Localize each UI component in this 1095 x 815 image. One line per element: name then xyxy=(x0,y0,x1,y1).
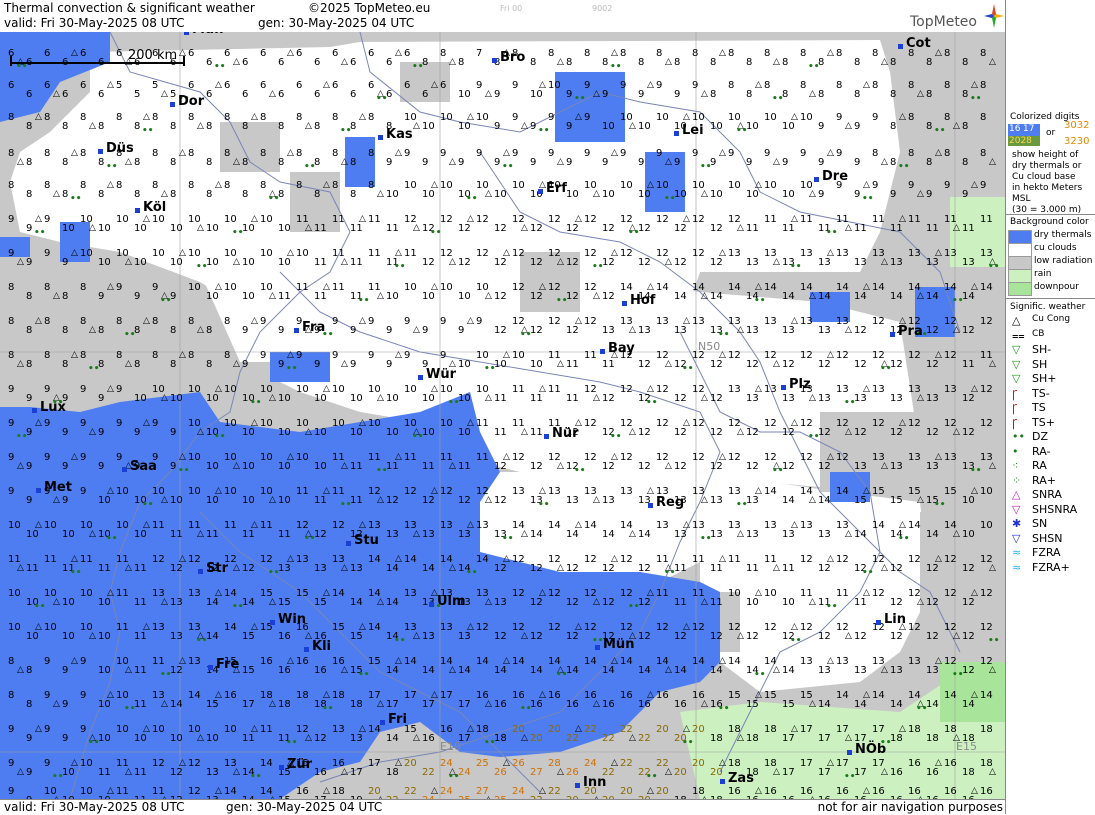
weather-symbol-label: SN xyxy=(1032,517,1048,530)
note-line: show height of xyxy=(1012,150,1079,160)
legend-swatch-label: cu clouds xyxy=(1034,243,1077,253)
legend-swatch-label: downpour xyxy=(1034,282,1079,292)
weather-symbol-label: SNRA xyxy=(1032,488,1062,501)
faint-code-label: 9002 xyxy=(592,4,613,13)
footer-disclaimer: not for air navigation purposes xyxy=(817,800,1003,814)
weather-symbol-icon: ≈ xyxy=(1012,560,1022,574)
weather-symbol-label: RA- xyxy=(1032,444,1051,458)
weather-symbol-icon: ▽ xyxy=(1012,502,1021,516)
legend-swatch-label: low radiation xyxy=(1034,256,1093,266)
digit-swatch: 16 17 2028 xyxy=(1008,124,1040,146)
digit-example-2028: 2028 xyxy=(1009,136,1032,146)
weather-symbol-icon: ▽ xyxy=(1012,343,1021,356)
copyright: ©2025 TopMeteo.eu xyxy=(308,1,431,15)
legend-swatch xyxy=(1008,282,1032,296)
legend-sig-title: Signific. weather xyxy=(1010,302,1086,312)
digit-example-3032: 3032 xyxy=(1064,120,1090,131)
weather-symbol-label: TS- xyxy=(1032,386,1050,400)
digit-example-16: 16 xyxy=(1009,124,1021,134)
weather-symbol-icon: Ꞅ xyxy=(1012,402,1018,415)
weather-symbol-label: FZRA+ xyxy=(1032,560,1070,574)
weather-symbol-icon: ▽ xyxy=(1012,372,1021,385)
legend-swatch xyxy=(1008,243,1032,257)
note-line: dry thermals or xyxy=(1012,161,1082,171)
weather-symbol-label: SHSN xyxy=(1032,531,1063,545)
grid-labels: E10 E15 N50 xyxy=(0,32,1005,799)
faint-day-label: Fri 00 xyxy=(500,4,523,13)
weather-symbol-icon: △ xyxy=(1012,314,1021,327)
weather-symbol-icon: Ꞅ xyxy=(1012,416,1018,430)
weather-symbol-icon: • xyxy=(1012,444,1019,458)
weather-symbol-icon: ✱ xyxy=(1012,517,1022,530)
weather-symbol-icon: ▽ xyxy=(1012,531,1021,545)
footer-bar: valid: Fri 30-May-2025 08 UTC gen: 30-Ma… xyxy=(0,799,1005,815)
digit-or: or xyxy=(1046,128,1056,138)
weather-symbol-label: RA xyxy=(1032,459,1047,472)
grid-label: E15 xyxy=(956,740,977,753)
weather-symbol-icon: •• xyxy=(1012,430,1025,443)
legend-swatch xyxy=(1008,230,1032,244)
weather-symbol-icon: ⁖ xyxy=(1012,459,1019,472)
weather-symbol-icon: ⩵ xyxy=(1012,328,1025,342)
weather-symbol-label: TS xyxy=(1032,401,1046,414)
legend-bg-title: Background color xyxy=(1010,217,1089,227)
valid-time: valid: Fri 30-May-2025 08 UTC xyxy=(4,16,185,30)
header-bar: Thermal convection & significant weather… xyxy=(0,0,1005,33)
legend-divider xyxy=(1006,214,1095,215)
legend-note: show height of dry thermals or Cu cloud … xyxy=(1012,150,1082,216)
weather-symbol-label: FZRA xyxy=(1032,546,1061,559)
footer-valid: valid: Fri 30-May-2025 08 UTC xyxy=(4,800,185,814)
weather-symbol-icon: ⁘ xyxy=(1012,473,1022,487)
note-line: in hekto Meters xyxy=(1012,183,1083,193)
weather-symbol-label: SHSNRA xyxy=(1032,502,1078,516)
gen-time: gen: 30-May-2025 04 UTC xyxy=(258,16,415,30)
weather-symbol-label: TS+ xyxy=(1032,415,1055,429)
note-line: MSL xyxy=(1012,194,1031,204)
logo-text: TopMeteo xyxy=(910,14,977,30)
legend-swatch xyxy=(1008,256,1032,270)
legend-swatch-label: dry thermals xyxy=(1034,230,1092,240)
legend-swatch xyxy=(1008,269,1032,283)
note-line: Cu cloud base xyxy=(1012,172,1076,182)
weather-symbol-label: SH- xyxy=(1032,343,1052,356)
compass-star-icon xyxy=(984,4,1004,28)
weather-symbol-icon: ≈ xyxy=(1012,546,1022,559)
digit-example-3230: 3230 xyxy=(1064,136,1090,147)
grid-label: N50 xyxy=(698,340,721,353)
map-title: Thermal convection & significant weather xyxy=(4,1,255,15)
weather-symbol-label: SH xyxy=(1032,357,1048,371)
legend-divider xyxy=(1006,298,1095,299)
weather-map[interactable]: 200 km 6 △ •• 6 6 6 △ 6 6 6 △ 6 6 6 △ 6 6 •• 6 △ 6 6 6 △ 6 6 6 △ 6 6 6… xyxy=(0,32,1005,799)
legend-swatch-label: rain xyxy=(1034,269,1052,279)
legend-panel: Colorized digits 16 17 2028 or 3032 3230… xyxy=(1005,0,1095,814)
weather-symbol-label: RA+ xyxy=(1032,473,1056,487)
weather-symbol-label: Cu Cong xyxy=(1032,314,1071,324)
digit-example-17: 17 xyxy=(1023,124,1035,134)
grid-label: E10 xyxy=(440,740,461,753)
topmeteo-logo[interactable]: TopMeteo xyxy=(908,2,1004,32)
weather-symbol-icon: △ xyxy=(1012,488,1021,501)
weather-symbol-label: DZ xyxy=(1032,430,1049,443)
weather-symbol-label: SH+ xyxy=(1032,372,1057,385)
weather-symbol-label: CB xyxy=(1032,328,1045,339)
weather-symbol-icon: ▽ xyxy=(1012,357,1021,371)
footer-gen: gen: 30-May-2025 04 UTC xyxy=(226,800,383,814)
weather-symbol-icon: Ꞅ xyxy=(1012,387,1018,401)
